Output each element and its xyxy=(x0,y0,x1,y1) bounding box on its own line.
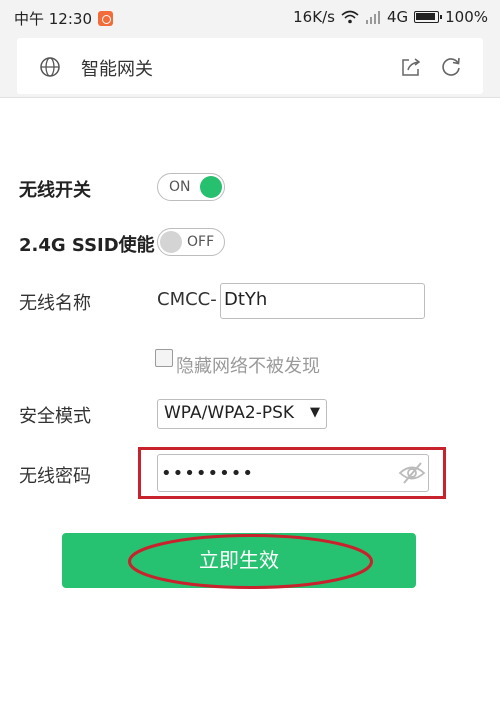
wifi-icon xyxy=(341,10,359,24)
hidden-eye-icon[interactable] xyxy=(398,460,426,486)
ssid-enable-label: 2.4G SSID使能 xyxy=(19,235,155,256)
address-bar[interactable]: 智能网关 xyxy=(17,38,483,94)
status-left: 中午 12:30 xyxy=(14,8,113,29)
security-mode-select[interactable]: WPA/WPA2-PSK ▼ xyxy=(157,399,327,429)
status-time: 中午 12:30 xyxy=(14,10,92,28)
status-right: 16K/s 4G 100% xyxy=(293,8,488,26)
ssid-prefix: CMCC- xyxy=(157,289,217,310)
password-input[interactable]: •••••••• xyxy=(157,454,429,492)
page-title: 智能网关 xyxy=(81,59,153,80)
wireless-switch-label: 无线开关 xyxy=(19,180,91,201)
toggle-knob xyxy=(160,231,182,253)
browser-toolbar: 智能网关 xyxy=(0,36,500,98)
status-bar: 中午 12:30 16K/s 4G 100% xyxy=(0,0,500,36)
network-speed: 16K/s xyxy=(293,8,335,26)
toggle-state-text: ON xyxy=(169,179,191,195)
security-mode-value: WPA/WPA2-PSK xyxy=(164,403,295,423)
wireless-name-label: 无线名称 xyxy=(19,293,91,314)
ssid-enable-toggle[interactable]: OFF xyxy=(157,228,225,256)
signal-icon xyxy=(365,10,380,24)
refresh-icon[interactable] xyxy=(440,55,462,77)
notification-icon xyxy=(98,11,113,26)
chevron-down-icon: ▼ xyxy=(310,405,320,420)
share-icon[interactable] xyxy=(400,56,422,78)
wireless-switch-toggle[interactable]: ON xyxy=(157,173,225,201)
network-type: 4G xyxy=(386,8,409,26)
toggle-state-text: OFF xyxy=(187,234,215,250)
battery-icon xyxy=(414,11,443,23)
annotation-ellipse xyxy=(128,534,373,589)
battery-level: 100% xyxy=(445,8,488,26)
security-mode-label: 安全模式 xyxy=(19,406,91,427)
toggle-knob xyxy=(200,176,222,198)
hide-network-label: 隐藏网络不被发现 xyxy=(176,356,320,377)
globe-icon xyxy=(40,57,60,77)
wireless-password-label: 无线密码 xyxy=(19,466,91,487)
hide-network-checkbox[interactable] xyxy=(155,349,173,367)
ssid-input[interactable]: DtYh xyxy=(220,283,425,319)
